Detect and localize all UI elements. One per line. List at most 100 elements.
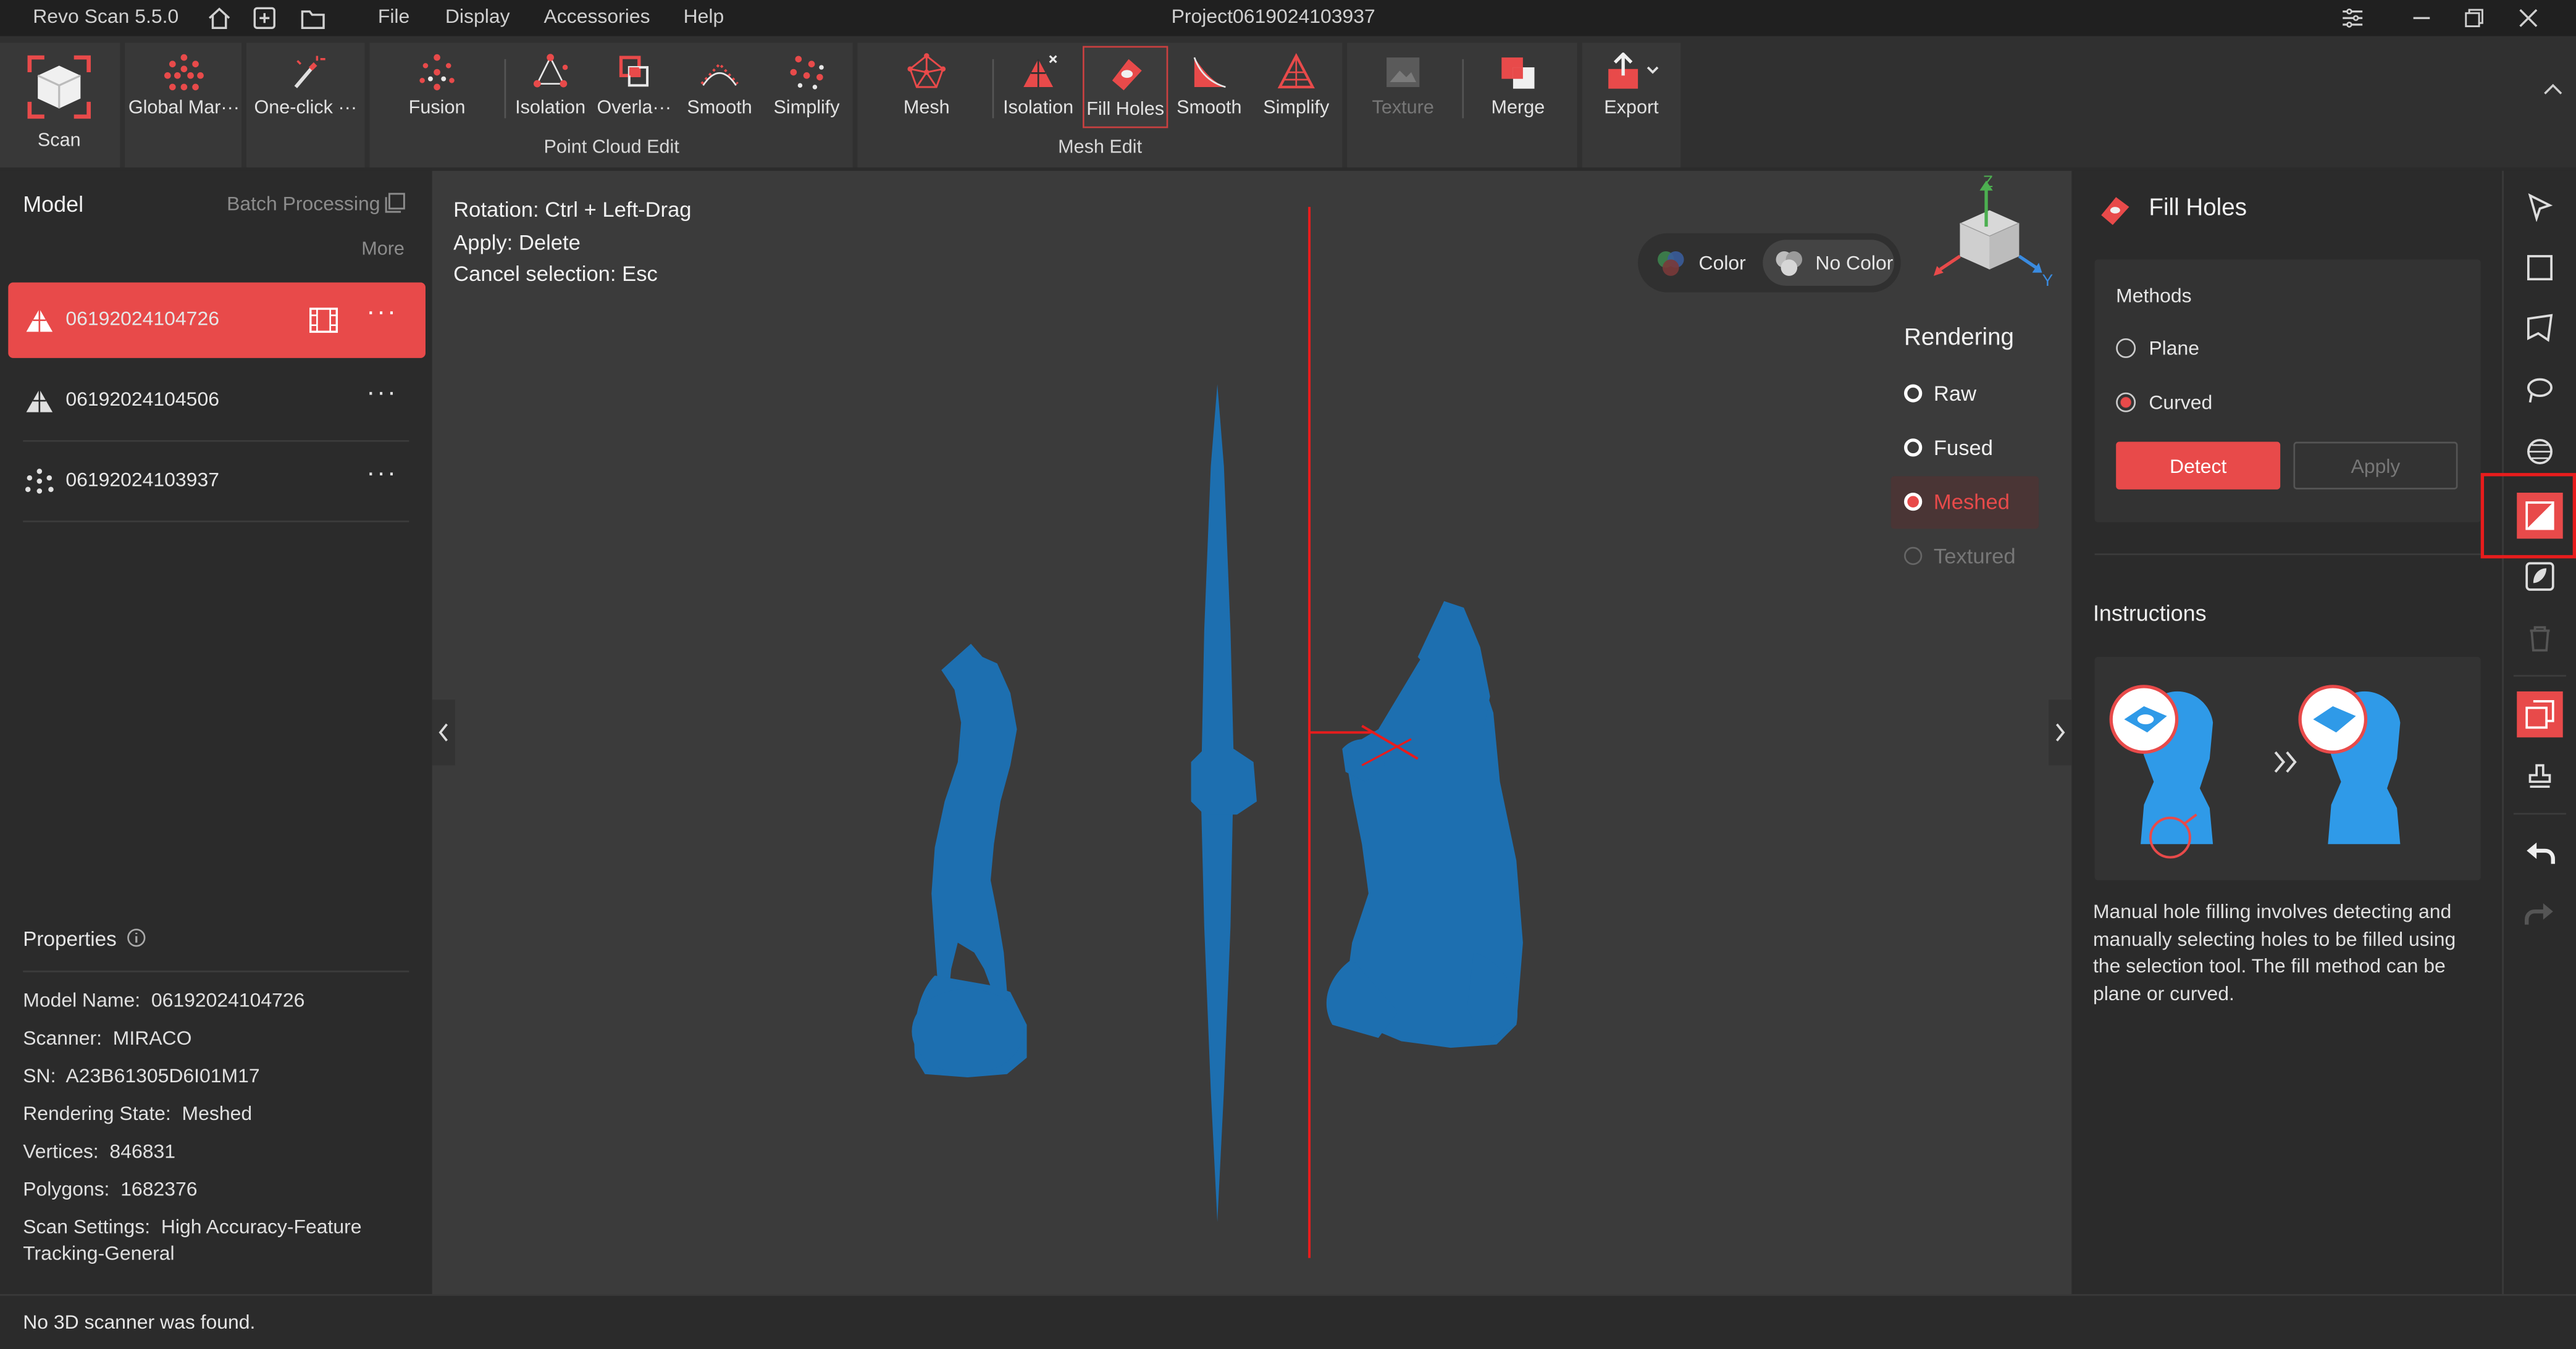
pc-overlap-label: Overla··· <box>597 98 672 119</box>
pc-overlap-button[interactable]: Overla··· <box>595 46 674 128</box>
point-cloud-edit-label: Point Cloud Edit <box>543 138 679 158</box>
rectangle-select-tool[interactable] <box>2517 244 2562 290</box>
detect-button[interactable]: Detect <box>2116 441 2281 490</box>
one-click-label: One-click ··· <box>254 98 358 119</box>
title-bar: Revo Scan 5.5.0 File Display Accessories… <box>0 0 2576 36</box>
export-button[interactable]: Export <box>1590 46 1672 128</box>
method-plane[interactable]: Plane <box>2113 332 2277 364</box>
instructions-line: the selection tool. The fill method can … <box>2092 954 2446 977</box>
properties-title: Properties <box>23 927 117 951</box>
scan-icon <box>27 55 91 119</box>
open-folder-icon[interactable] <box>296 2 329 35</box>
3d-viewport[interactable]: Rotation: Ctrl + Left-Drag Apply: Delete… <box>432 170 2072 1295</box>
menu-file[interactable]: File <box>378 5 409 28</box>
horse-model <box>912 643 1027 1078</box>
new-project-icon[interactable] <box>248 2 281 35</box>
merge-button[interactable]: Merge <box>1479 46 1558 128</box>
undo-tool[interactable] <box>2517 829 2562 875</box>
restore-icon[interactable] <box>2457 2 2490 35</box>
more-options-icon[interactable]: ··· <box>366 379 398 409</box>
one-click-button[interactable]: One-click ··· <box>250 46 361 128</box>
lasso-icon <box>2527 378 2553 403</box>
mesh-button[interactable]: Mesh <box>887 46 966 128</box>
pc-simplify-button[interactable]: Simplify <box>764 46 849 128</box>
bust-illustration-icon <box>2109 685 2401 859</box>
merge-icon <box>1501 57 1535 89</box>
more-options-icon[interactable]: ··· <box>366 299 398 328</box>
instructions-title: Instructions <box>2092 601 2207 626</box>
fill-holes-side-icon <box>2525 501 2554 530</box>
model-row[interactable]: 06192024103937 ··· <box>8 443 426 519</box>
more-options-icon[interactable]: ··· <box>366 460 398 490</box>
redo-icon <box>2525 903 2553 925</box>
mesh-smooth-button[interactable]: Smooth <box>1172 46 1247 128</box>
info-icon[interactable] <box>125 926 148 949</box>
status-text: No 3D scanner was found. <box>23 1310 256 1334</box>
mesh-smooth-label: Smooth <box>1177 98 1242 119</box>
simplify-icon <box>790 56 824 90</box>
scan-button[interactable]: Scan <box>10 46 109 161</box>
pc-simplify-label: Simplify <box>773 98 840 119</box>
pc-isolation-button[interactable]: Isolation <box>510 46 592 128</box>
model-panel: Model Batch Processing More 061920241047… <box>0 170 430 1295</box>
magic-wand-icon <box>294 56 325 88</box>
toolbar-divider <box>992 59 994 119</box>
apply-button[interactable]: Apply <box>2293 441 2458 490</box>
divider <box>23 971 409 972</box>
model-row-selected[interactable]: 06192024104726 ··· <box>8 282 426 358</box>
stamp-tool[interactable] <box>2517 754 2562 800</box>
pointer-select-tool[interactable] <box>2517 184 2562 230</box>
methods-label: Methods <box>2116 284 2192 307</box>
texture-button[interactable]: Texture <box>1364 46 1443 128</box>
batch-processing-link[interactable]: Batch Processing <box>227 192 380 215</box>
close-icon[interactable] <box>2512 2 2545 35</box>
fill-holes-side-tool[interactable] <box>2517 493 2563 539</box>
prop-polygons: Polygons: 1682376 <box>23 1177 198 1201</box>
invert-selection-tool[interactable] <box>2517 691 2563 738</box>
mesh-model-icon <box>26 389 53 412</box>
delete-tool[interactable] <box>2517 616 2562 662</box>
filmstrip-icon[interactable] <box>309 307 338 333</box>
menu-accessories[interactable]: Accessories <box>543 5 650 28</box>
global-markers-button[interactable]: Global Mar··· <box>128 46 240 128</box>
prop-rendering-state: Rendering State: Meshed <box>23 1101 253 1126</box>
mesh-simplify-button[interactable]: Simplify <box>1254 46 1339 128</box>
mesh-isolation-button[interactable]: Isolation <box>997 46 1080 128</box>
minimize-icon[interactable] <box>2405 2 2438 35</box>
chevron-right-icon <box>2055 723 2065 741</box>
mesh-label: Mesh <box>903 98 950 119</box>
polygon-select-icon <box>2527 314 2553 342</box>
pc-fusion-button[interactable]: Fusion <box>394 46 479 128</box>
brush-select-tool[interactable] <box>2517 428 2562 474</box>
collapse-toolbar-icon[interactable] <box>2536 72 2569 105</box>
overlap-icon <box>619 56 649 87</box>
menu-display[interactable]: Display <box>445 5 510 28</box>
model-row[interactable]: 06192024104506 ··· <box>8 363 426 438</box>
method-curved[interactable]: Curved <box>2113 386 2277 419</box>
scene-canvas[interactable] <box>432 171 2072 1294</box>
batch-processing-icon[interactable] <box>381 189 408 215</box>
redo-tool[interactable] <box>2517 890 2562 936</box>
plane-label: Plane <box>2149 336 2200 360</box>
global-markers-label: Global Mar··· <box>128 98 240 119</box>
instructions-line: Manual hole filling involves detecting a… <box>2092 900 2452 923</box>
instructions-line: manually selecting holes to be filled us… <box>2092 927 2456 950</box>
more-link[interactable]: More <box>361 240 405 259</box>
pc-smooth-button[interactable]: Smooth <box>679 46 761 128</box>
mesh-icon <box>907 53 946 88</box>
fill-holes-button[interactable]: Fill Holes <box>1082 46 1168 128</box>
mesh-isolation-label: Isolation <box>1003 98 1074 119</box>
polygon-select-tool[interactable] <box>2517 306 2562 351</box>
settings-list-icon[interactable] <box>2336 2 2369 35</box>
collapse-left-button[interactable] <box>432 700 455 766</box>
boundary-tool[interactable] <box>2517 553 2562 599</box>
smooth-icon <box>700 62 739 86</box>
export-label: Export <box>1604 98 1659 119</box>
lasso-select-tool[interactable] <box>2517 368 2562 414</box>
menu-help[interactable]: Help <box>684 5 724 28</box>
collapse-right-button[interactable] <box>2049 700 2072 766</box>
mesh-model-icon <box>26 309 53 332</box>
global-markers-icon <box>164 54 204 91</box>
undo-icon <box>2527 842 2555 864</box>
home-icon[interactable] <box>202 2 235 35</box>
